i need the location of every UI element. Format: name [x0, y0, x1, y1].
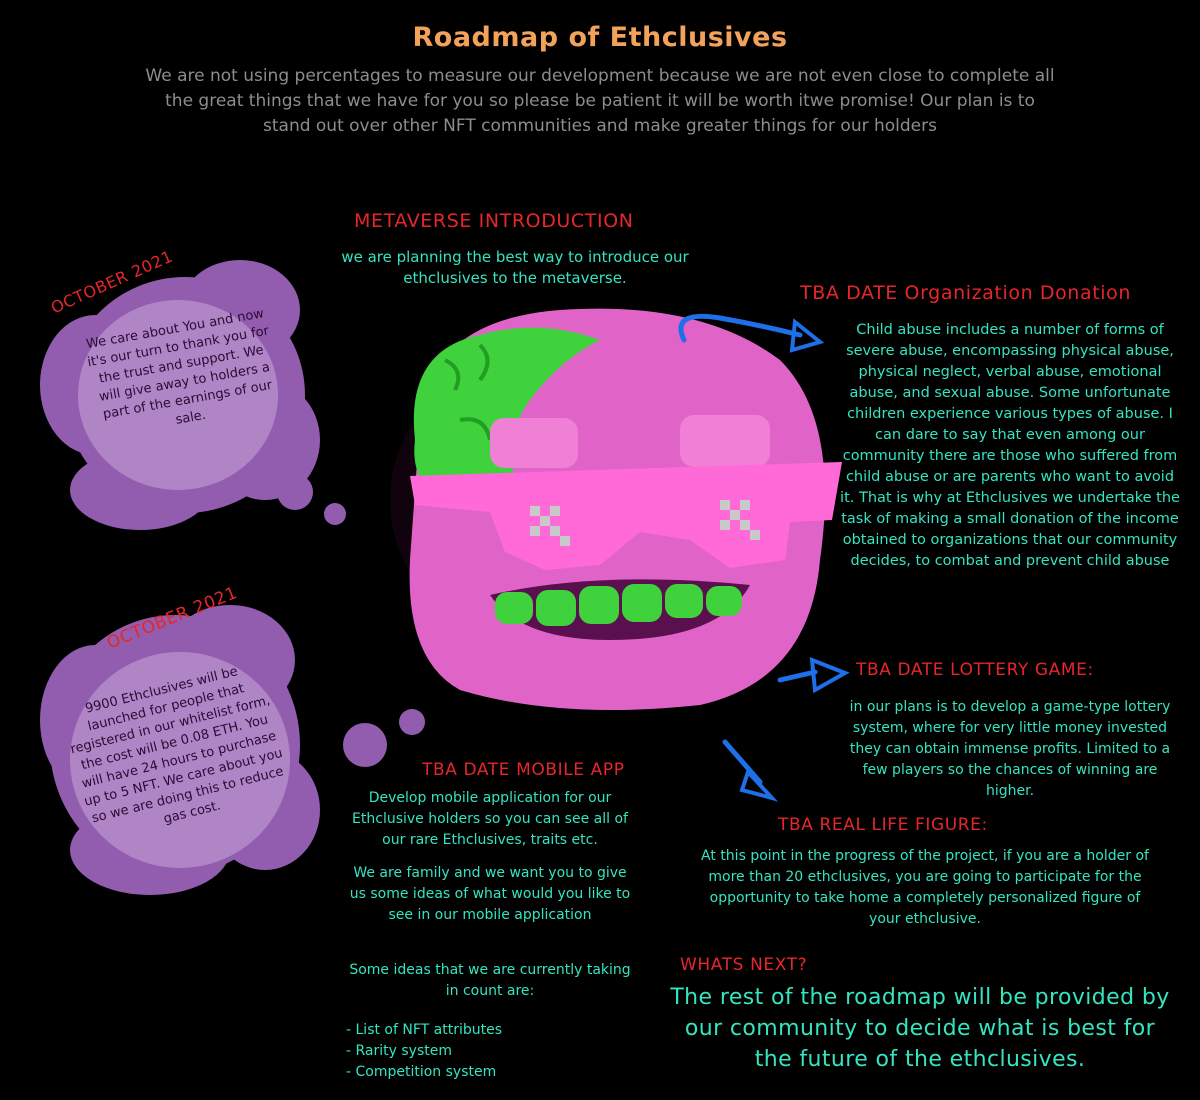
figure-text: At this point in the progress of the pro…	[701, 848, 1149, 927]
mobile-text-1: Develop mobile application for our Ethcl…	[352, 790, 628, 848]
lottery-text: in our plans is to develop a game-type l…	[849, 699, 1171, 799]
mobile-text-3: Some ideas that we are currently taking …	[349, 962, 631, 999]
lottery-heading: TBA DATE LOTTERY GAME:	[856, 660, 1094, 680]
mobile-heading: TBA DATE MOBILE APP	[422, 760, 625, 780]
list-item: - Rarity system	[346, 1043, 452, 1059]
list-item: - Competition system	[346, 1064, 497, 1080]
figure-heading: TBA REAL LIFE FIGURE:	[778, 815, 988, 835]
next-text: The rest of the roadmap will be provided…	[670, 985, 1170, 1072]
next-heading: WHATS NEXT?	[680, 955, 808, 975]
mobile-list: - List of NFT attributes - Rarity system…	[346, 1020, 626, 1083]
arrow-icon-3	[722, 739, 779, 802]
list-item: - List of NFT attributes	[346, 1022, 503, 1038]
mobile-text-2: We are family and we want you to give us…	[349, 865, 631, 923]
